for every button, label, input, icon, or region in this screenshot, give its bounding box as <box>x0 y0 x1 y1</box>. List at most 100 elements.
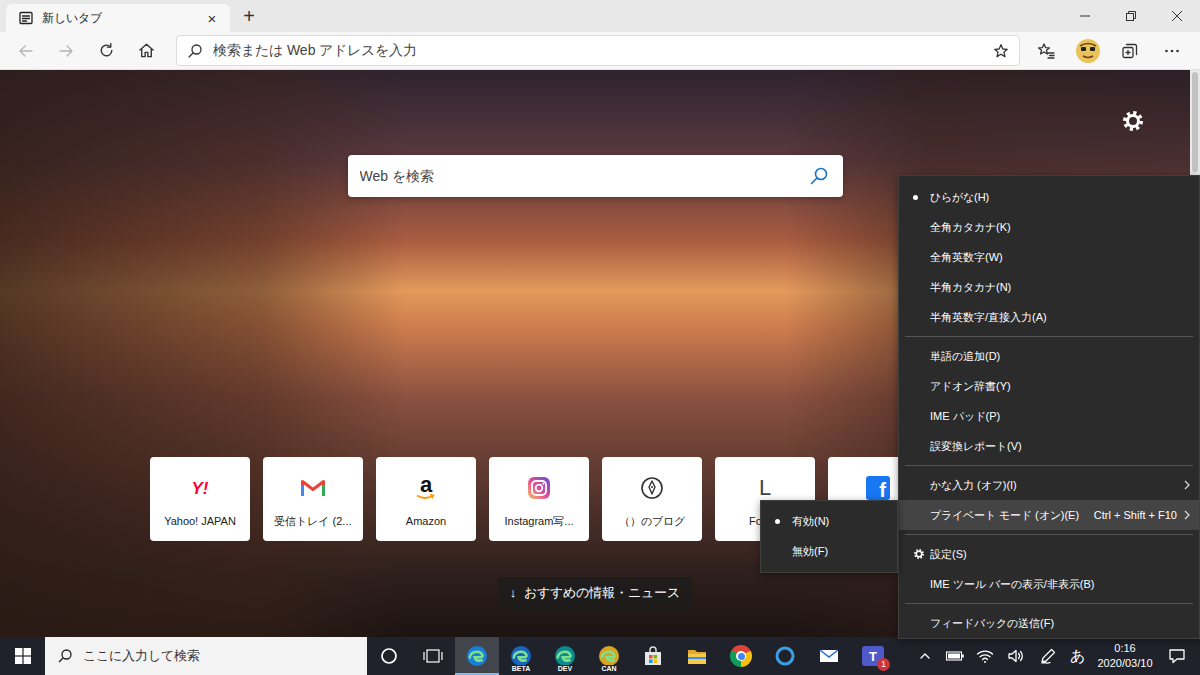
taskbar-app[interactable] <box>807 637 851 675</box>
selected-dot <box>775 519 780 524</box>
taskbar-app[interactable]: T1 <box>851 637 895 675</box>
address-bar[interactable] <box>176 35 1020 66</box>
favorites-button[interactable] <box>1025 35 1067 67</box>
network-button[interactable] <box>970 637 1000 675</box>
clock[interactable]: 0:162020/03/10 <box>1090 637 1160 675</box>
refresh-button[interactable] <box>86 35 126 67</box>
quick-link-tile[interactable]: 受信トレイ (2... <box>263 457 363 541</box>
app-icon: CAN <box>597 644 621 668</box>
windows-ink-icon <box>1039 647 1057 665</box>
quick-link-tile[interactable]: Y!Yahoo! JAPAN <box>150 457 250 541</box>
menu-item[interactable]: 設定(S) <box>899 539 1199 569</box>
action-center-button[interactable] <box>1160 637 1194 675</box>
quick-link-tile[interactable]: （）のブログ <box>602 457 702 541</box>
collections-button[interactable] <box>1109 35 1151 67</box>
clock-date: 2020/03/10 <box>1097 656 1152 671</box>
quick-link-label[interactable]: Amazon <box>406 513 446 530</box>
taskbar-app[interactable] <box>411 637 455 675</box>
taskbar-app[interactable]: BETA <box>499 637 543 675</box>
menu-item[interactable]: IME パッド(P) <box>899 401 1199 431</box>
chevron-right-icon <box>1181 509 1193 521</box>
taskbar-app[interactable] <box>455 637 499 675</box>
battery-icon <box>945 649 965 663</box>
taskbar-app[interactable] <box>719 637 763 675</box>
ime-mode-button[interactable]: あ <box>1064 637 1090 675</box>
menu-item[interactable]: 単語の追加(D) <box>899 341 1199 371</box>
menu-item-label[interactable]: IME ツール バーの表示/非表示(B) <box>930 576 1193 593</box>
menu-item-label[interactable]: フィードバックの送信(F) <box>930 615 1193 632</box>
menu-item-label[interactable]: アドオン辞書(Y) <box>930 378 1193 395</box>
back-button[interactable] <box>6 35 46 67</box>
menu-item-label[interactable]: 設定(S) <box>930 546 1193 563</box>
app-icon <box>380 647 398 665</box>
close-tab-button[interactable]: × <box>202 11 222 26</box>
battery-button[interactable] <box>940 637 970 675</box>
news-label[interactable]: おすすめの情報・ニュース <box>524 583 680 603</box>
more-icon <box>1163 42 1181 60</box>
web-search-box[interactable] <box>348 155 843 197</box>
page-settings-button[interactable] <box>1121 108 1145 133</box>
taskbar-app[interactable]: DEV <box>543 637 587 675</box>
menu-item[interactable]: 有効(N) <box>761 506 897 536</box>
taskbar-app[interactable] <box>367 637 411 675</box>
quick-link-tile[interactable]: Instagram写... <box>489 457 589 541</box>
ime-mode[interactable]: あ <box>1070 645 1085 668</box>
screen: 新しいタブ × + Y!Yahoo! JAPAN 受信トレイ (2... aAmazon I… <box>0 0 1200 675</box>
menu-item-label[interactable]: 無効(F) <box>792 543 891 560</box>
search-icon <box>57 648 73 664</box>
browser-tab[interactable]: 新しいタブ × <box>6 4 230 32</box>
menu-item-label[interactable]: 半角カタカナ(N) <box>930 279 1193 296</box>
menu-item[interactable]: IME ツール バーの表示/非表示(B) <box>899 569 1199 599</box>
volume-button[interactable] <box>1000 637 1032 675</box>
menu-item-label[interactable]: 単語の追加(D) <box>930 348 1193 365</box>
address-input[interactable] <box>213 40 983 61</box>
show-hidden-button[interactable] <box>910 637 940 675</box>
new-tab-button[interactable]: + <box>232 0 266 32</box>
web-search-input[interactable] <box>360 166 799 187</box>
quick-link-label[interactable]: Yahoo! JAPAN <box>164 513 236 530</box>
menu-item[interactable]: 無効(F) <box>761 536 897 566</box>
quick-link-label[interactable]: （）のブログ <box>619 513 685 530</box>
minimize-button[interactable] <box>1062 0 1108 32</box>
profile-button[interactable] <box>1067 35 1109 67</box>
menu-item[interactable]: 誤変換レポート(V) <box>899 431 1199 461</box>
menu-item-label[interactable]: 誤変換レポート(V) <box>930 438 1193 455</box>
menu-item-label[interactable]: IME パッド(P) <box>930 408 1193 425</box>
quick-link-label[interactable]: Instagram写... <box>504 513 573 530</box>
menu-item-label[interactable]: かな入力 (オフ)(I) <box>930 477 1177 494</box>
menu-item[interactable]: かな入力 (オフ)(I) <box>899 470 1199 500</box>
menu-item-label[interactable]: ひらがな(H) <box>930 189 1193 206</box>
menu-item[interactable]: 半角英数字/直接入力(A) <box>899 302 1199 332</box>
menu-item-label[interactable]: プライベート モード (オン)(E) <box>930 507 1086 524</box>
menu-item-label[interactable]: 全角カタカナ(K) <box>930 219 1193 236</box>
taskbar-search-input[interactable] <box>83 646 355 666</box>
taskbar-search[interactable] <box>45 637 367 675</box>
more-button[interactable] <box>1151 35 1193 67</box>
menu-item[interactable]: 全角英数字(W) <box>899 242 1199 272</box>
quick-link-label[interactable]: 受信トレイ (2... <box>274 513 351 530</box>
menu-item-label[interactable]: 半角英数字/直接入力(A) <box>930 309 1193 326</box>
edge-channel-label: BETA <box>511 665 532 673</box>
taskbar-app[interactable] <box>675 637 719 675</box>
close-window-button[interactable] <box>1154 0 1200 32</box>
menu-item[interactable]: フィードバックの送信(F) <box>899 608 1199 638</box>
menu-item-label[interactable]: 全角英数字(W) <box>930 249 1193 266</box>
menu-item[interactable]: アドオン辞書(Y) <box>899 371 1199 401</box>
restore-button[interactable] <box>1108 0 1154 32</box>
menu-item[interactable]: 半角カタカナ(N) <box>899 272 1199 302</box>
menu-item[interactable]: 全角カタカナ(K) <box>899 212 1199 242</box>
system-tray: あ0:162020/03/10 <box>910 637 1200 675</box>
menu-item[interactable]: プライベート モード (オン)(E)Ctrl + Shift + F10 <box>899 500 1199 530</box>
news-button[interactable]: ↓おすすめの情報・ニュース <box>498 577 693 609</box>
menu-item[interactable]: ひらがな(H) <box>899 182 1199 212</box>
ink-button[interactable] <box>1032 637 1064 675</box>
tab-label[interactable]: 新しいタブ <box>42 9 194 27</box>
menu-item-label[interactable]: 有効(N) <box>792 513 891 530</box>
taskbar-app[interactable]: CAN <box>587 637 631 675</box>
forward-button[interactable] <box>46 35 86 67</box>
taskbar-app[interactable] <box>763 637 807 675</box>
quick-link-tile[interactable]: aAmazon <box>376 457 476 541</box>
start-button[interactable] <box>0 637 45 675</box>
taskbar-app[interactable] <box>631 637 675 675</box>
home-button[interactable] <box>126 35 166 67</box>
